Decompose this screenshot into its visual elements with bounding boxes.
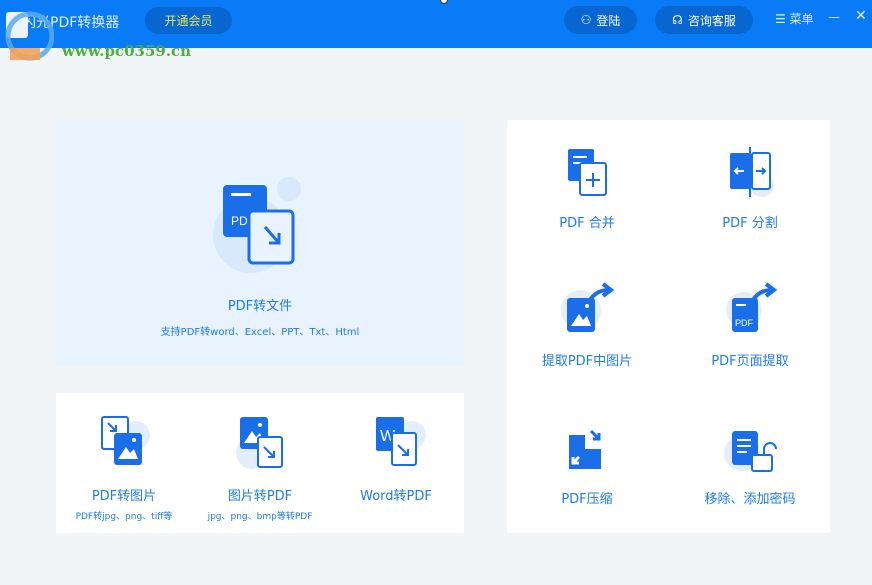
pdf-to-file-subtitle: 支持PDF转word、Excel、PPT、Txt、Html bbox=[160, 327, 360, 338]
pdf-compress-button[interactable]: PDF压缩 bbox=[507, 420, 667, 558]
merge-icon bbox=[568, 149, 607, 196]
compress-icon bbox=[569, 429, 601, 469]
image-to-pdf-button[interactable]: 图片转PDF jpg、png、bmp等转PDF bbox=[192, 403, 328, 528]
pdf-to-image-icon bbox=[101, 416, 150, 465]
right-tools-panel: PDF 合并 PDF 分割 提取PDF中图片 PDF PDF页面提取 PDF压缩… bbox=[507, 120, 830, 533]
close-button[interactable]: ✕ bbox=[855, 8, 867, 24]
pdf-convert-icon: PDF bbox=[213, 177, 301, 273]
service-button[interactable]: ☊ 咨询客服 bbox=[655, 6, 753, 34]
title-bar: 闪光PDF转换器 开通会员 ⚇ 登陆 ☊ 咨询客服 ☰ 菜单 — ✕ bbox=[0, 0, 872, 48]
extract-images-button[interactable]: 提取PDF中图片 bbox=[507, 280, 667, 418]
word-to-pdf-title: Word转PDF bbox=[360, 489, 432, 504]
bottom-tools-panel: PDF转图片 PDF转jpg、png、tiff等 图片转PDF jpg、png、… bbox=[56, 393, 464, 533]
login-label: 登陆 bbox=[596, 13, 621, 28]
watermark: www.pc0359.cn bbox=[62, 42, 192, 60]
pdf-merge-title: PDF 合并 bbox=[559, 216, 615, 231]
password-button[interactable]: 移除、添加密码 bbox=[670, 420, 830, 558]
menu-icon: ☰ bbox=[775, 12, 790, 26]
pdf-to-image-title: PDF转图片 bbox=[91, 489, 157, 504]
password-title: 移除、添加密码 bbox=[704, 492, 796, 507]
svg-text:PDF: PDF bbox=[735, 318, 754, 328]
pdf-to-file-card[interactable]: PDF PDF转文件 支持PDF转word、Excel、PPT、Txt、Html bbox=[56, 120, 464, 365]
menu-button[interactable]: ☰ 菜单 bbox=[775, 10, 814, 27]
service-label: 咨询客服 bbox=[687, 13, 736, 28]
split-icon bbox=[730, 147, 774, 197]
page-extract-title: PDF页面提取 bbox=[711, 354, 789, 369]
image-to-pdf-icon bbox=[236, 417, 283, 469]
extract-images-title: 提取PDF中图片 bbox=[541, 354, 633, 369]
pdf-to-image-sub: PDF转jpg、png、tiff等 bbox=[75, 512, 173, 522]
pdf-split-title: PDF 分割 bbox=[722, 216, 778, 231]
extract-image-icon bbox=[561, 282, 615, 332]
login-button[interactable]: ⚇ 登陆 bbox=[564, 6, 637, 34]
word-to-pdf-button[interactable]: W Word转PDF bbox=[328, 403, 464, 528]
pdf-to-image-button[interactable]: PDF转图片 PDF转jpg、png、tiff等 bbox=[56, 403, 192, 528]
page-extract-icon: PDF bbox=[726, 282, 778, 332]
pdf-split-button[interactable]: PDF 分割 bbox=[670, 140, 830, 278]
image-to-pdf-title: 图片转PDF bbox=[227, 489, 293, 504]
logo-icon bbox=[5, 11, 54, 61]
word-to-pdf-icon: W bbox=[376, 417, 426, 466]
user-icon: ⚇ bbox=[580, 13, 592, 27]
image-to-pdf-sub: jpg、png、bmp等转PDF bbox=[207, 512, 313, 522]
page-extract-button[interactable]: PDF PDF页面提取 bbox=[670, 280, 830, 418]
lock-icon bbox=[724, 431, 777, 472]
pdf-to-file-title: PDF转文件 bbox=[227, 299, 293, 314]
headset-icon: ☊ bbox=[672, 13, 683, 27]
minimize-button[interactable]: — bbox=[828, 10, 840, 24]
pdf-compress-title: PDF压缩 bbox=[561, 492, 613, 507]
menu-label: 菜单 bbox=[789, 12, 814, 26]
vip-button[interactable]: 开通会员 bbox=[145, 7, 232, 34]
pdf-merge-button[interactable]: PDF 合并 bbox=[507, 140, 667, 278]
